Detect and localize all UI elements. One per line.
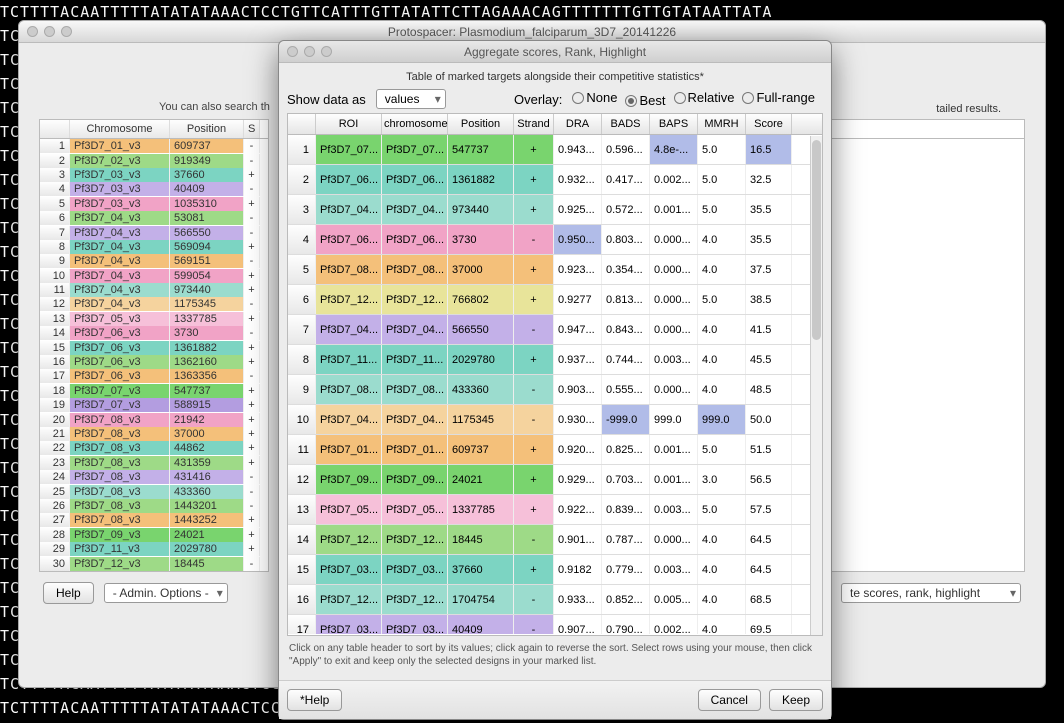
modal-footnote: Click on any table header to sort by its… xyxy=(287,636,823,674)
table-row[interactable]: 14Pf3D7_06_v33730- xyxy=(40,326,268,340)
agg-row[interactable]: 7 Pf3D7_04... Pf3D7_04... 566550 - 0.947… xyxy=(288,315,822,345)
main-window-title: Protospacer: Plasmodium_falciparum_3D7_2… xyxy=(25,25,1039,39)
agg-header-chromosome[interactable]: chromosome xyxy=(382,114,448,134)
keep-button[interactable]: Keep xyxy=(769,689,823,711)
table-row[interactable]: 26Pf3D7_08_v31443201- xyxy=(40,499,268,513)
table-row[interactable]: 4Pf3D7_03_v340409- xyxy=(40,182,268,196)
overlay-radio-relative[interactable]: Relative xyxy=(674,90,735,105)
show-as-select[interactable]: values xyxy=(376,89,446,109)
table-row[interactable]: 25Pf3D7_08_v3433360- xyxy=(40,484,268,498)
agg-header-bads[interactable]: BADS xyxy=(602,114,650,134)
zoom-icon[interactable] xyxy=(321,46,332,57)
cancel-button[interactable]: Cancel xyxy=(698,689,761,711)
aggregate-modal: Aggregate scores, Rank, Highlight Table … xyxy=(278,40,832,720)
aggregate-scores-select[interactable]: te scores, rank, highlight xyxy=(841,583,1021,603)
overlay-radio-full-range[interactable]: Full-range xyxy=(742,90,815,105)
minimize-icon[interactable] xyxy=(304,46,315,57)
agg-row[interactable]: 1 Pf3D7_07... Pf3D7_07... 547737 + 0.943… xyxy=(288,135,822,165)
hint-text-2: You can also search th xyxy=(159,101,270,113)
help-button[interactable]: Help xyxy=(43,582,94,604)
zoom-icon[interactable] xyxy=(61,26,72,37)
modal-help-button[interactable]: *Help xyxy=(287,689,342,711)
table-row[interactable]: 27Pf3D7_08_v31443252+ xyxy=(40,513,268,527)
header-rownum[interactable] xyxy=(40,120,70,138)
agg-row[interactable]: 8 Pf3D7_11... Pf3D7_11... 2029780 + 0.93… xyxy=(288,345,822,375)
minimize-icon[interactable] xyxy=(44,26,55,37)
left-table: Chromosome Position S 1Pf3D7_01_v3609737… xyxy=(39,119,269,572)
agg-header-dra[interactable]: DRA xyxy=(554,114,602,134)
close-icon[interactable] xyxy=(287,46,298,57)
agg-row[interactable]: 3 Pf3D7_04... Pf3D7_04... 973440 + 0.925… xyxy=(288,195,822,225)
table-row[interactable]: 13Pf3D7_05_v31337785+ xyxy=(40,312,268,326)
agg-row[interactable]: 13 Pf3D7_05... Pf3D7_05... 1337785 + 0.9… xyxy=(288,495,822,525)
agg-row[interactable]: 17 Pf3D7_03... Pf3D7_03... 40409 - 0.907… xyxy=(288,615,822,634)
modal-titlebar: Aggregate scores, Rank, Highlight xyxy=(279,41,831,63)
admin-options-select[interactable]: - Admin. Options - xyxy=(104,583,228,603)
table-row[interactable]: 12Pf3D7_04_v31175345- xyxy=(40,297,268,311)
agg-row[interactable]: 6 Pf3D7_12... Pf3D7_12... 766802 + 0.927… xyxy=(288,285,822,315)
header-chromosome[interactable]: Chromosome xyxy=(70,120,170,138)
table-row[interactable]: 17Pf3D7_06_v31363356- xyxy=(40,369,268,383)
agg-header-strand[interactable]: Strand xyxy=(514,114,554,134)
table-row[interactable]: 19Pf3D7_07_v3588915+ xyxy=(40,398,268,412)
header-position[interactable]: Position xyxy=(170,120,244,138)
table-row[interactable]: 5Pf3D7_03_v31035310+ xyxy=(40,197,268,211)
table-row[interactable]: 2Pf3D7_02_v3919349- xyxy=(40,153,268,167)
overlay-radio-none[interactable]: None xyxy=(572,90,617,105)
modal-traffic-lights xyxy=(287,46,332,57)
show-as-label: Show data as xyxy=(287,92,366,107)
table-row[interactable]: 23Pf3D7_08_v3431359+ xyxy=(40,456,268,470)
agg-row[interactable]: 16 Pf3D7_12... Pf3D7_12... 1704754 - 0.9… xyxy=(288,585,822,615)
agg-row[interactable]: 4 Pf3D7_06... Pf3D7_06... 3730 - 0.950..… xyxy=(288,225,822,255)
table-row[interactable]: 8Pf3D7_04_v3569094+ xyxy=(40,240,268,254)
overlay-radio-best[interactable]: Best xyxy=(625,93,665,108)
table-row[interactable]: 10Pf3D7_04_v3599054+ xyxy=(40,269,268,283)
agg-row[interactable]: 10 Pf3D7_04... Pf3D7_04... 1175345 - 0.9… xyxy=(288,405,822,435)
table-row[interactable]: 16Pf3D7_06_v31362160+ xyxy=(40,355,268,369)
header-strand[interactable]: S xyxy=(244,120,260,138)
table-row[interactable]: 6Pf3D7_04_v353081- xyxy=(40,211,268,225)
agg-row[interactable]: 9 Pf3D7_08... Pf3D7_08... 433360 - 0.903… xyxy=(288,375,822,405)
table-row[interactable]: 9Pf3D7_04_v3569151- xyxy=(40,254,268,268)
table-row[interactable]: 28Pf3D7_09_v324021+ xyxy=(40,528,268,542)
scrollbar-thumb[interactable] xyxy=(812,140,821,340)
agg-header-rownum[interactable] xyxy=(288,114,316,134)
hint-text-3: tailed results. xyxy=(936,103,1001,115)
close-icon[interactable] xyxy=(27,26,38,37)
table-row[interactable]: 11Pf3D7_04_v3973440+ xyxy=(40,283,268,297)
agg-row[interactable]: 12 Pf3D7_09... Pf3D7_09... 24021 + 0.929… xyxy=(288,465,822,495)
modal-title: Aggregate scores, Rank, Highlight xyxy=(285,45,825,59)
table-row[interactable]: 21Pf3D7_08_v337000+ xyxy=(40,427,268,441)
table-row[interactable]: 30Pf3D7_12_v318445- xyxy=(40,556,268,570)
agg-header-mmrh[interactable]: MMRH xyxy=(698,114,746,134)
scrollbar[interactable] xyxy=(810,136,822,635)
agg-header-score[interactable]: Score xyxy=(746,114,792,134)
agg-row[interactable]: 5 Pf3D7_08... Pf3D7_08... 37000 + 0.923.… xyxy=(288,255,822,285)
agg-row[interactable]: 2 Pf3D7_06... Pf3D7_06... 1361882 + 0.93… xyxy=(288,165,822,195)
modal-subtitle: Table of marked targets alongside their … xyxy=(287,71,823,83)
table-row[interactable]: 15Pf3D7_06_v31361882+ xyxy=(40,340,268,354)
agg-row[interactable]: 11 Pf3D7_01... Pf3D7_01... 609737 + 0.92… xyxy=(288,435,822,465)
table-row[interactable]: 29Pf3D7_11_v32029780+ xyxy=(40,542,268,556)
traffic-lights xyxy=(27,26,72,37)
agg-header-baps[interactable]: BAPS xyxy=(650,114,698,134)
agg-row[interactable]: 14 Pf3D7_12... Pf3D7_12... 18445 - 0.901… xyxy=(288,525,822,555)
table-row[interactable]: 1Pf3D7_01_v3609737- xyxy=(40,139,268,153)
overlay-label: Overlay: xyxy=(514,92,562,107)
table-row[interactable]: 7Pf3D7_04_v3566550- xyxy=(40,225,268,239)
table-row[interactable]: 22Pf3D7_08_v344862+ xyxy=(40,441,268,455)
table-row[interactable]: 24Pf3D7_08_v3431416- xyxy=(40,470,268,484)
table-row[interactable]: 20Pf3D7_08_v321942+ xyxy=(40,412,268,426)
aggregate-table: ROIchromosomePositionStrandDRABADSBAPSMM… xyxy=(287,113,823,636)
table-row[interactable]: 18Pf3D7_07_v3547737+ xyxy=(40,384,268,398)
agg-header-roi[interactable]: ROI xyxy=(316,114,382,134)
table-row[interactable]: 3Pf3D7_03_v337660+ xyxy=(40,168,268,182)
agg-row[interactable]: 15 Pf3D7_03... Pf3D7_03... 37660 + 0.918… xyxy=(288,555,822,585)
agg-header-position[interactable]: Position xyxy=(448,114,514,134)
